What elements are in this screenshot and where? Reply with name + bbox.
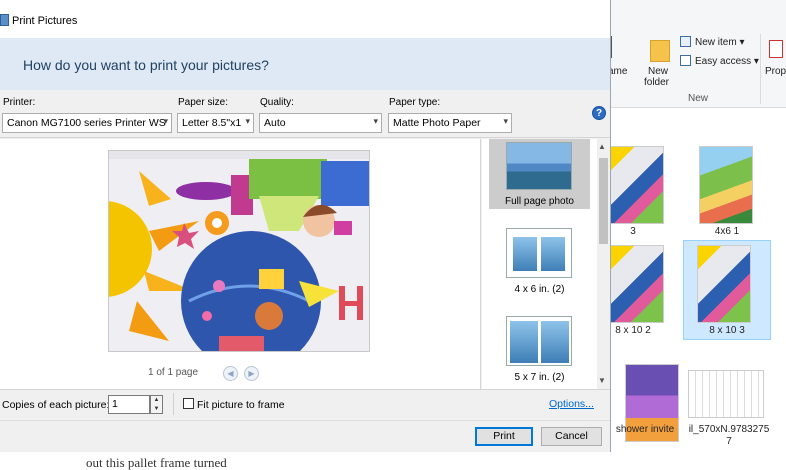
file-thumbnail-8x10-3[interactable]	[697, 245, 751, 323]
dialog-question: How do you want to print your pictures?	[23, 57, 269, 73]
new-folder-label-2[interactable]: folder	[644, 77, 669, 88]
printer-label: Printer:	[3, 97, 36, 108]
layout-label-5x7: 5 x 7 in. (2)	[514, 372, 565, 383]
easy-access-button[interactable]: Easy access ▾	[695, 56, 759, 67]
paper-size-select[interactable]: Letter 8.5"x1 ▾	[177, 113, 254, 133]
preview-artwork	[109, 151, 369, 351]
paper-size-value: Letter 8.5"x1	[182, 117, 242, 129]
dialog-title-bar[interactable]	[0, 0, 610, 38]
paper-type-label: Paper type:	[389, 97, 441, 108]
print-pictures-icon	[0, 14, 9, 26]
printer-select[interactable]: Canon MG7100 series Printer WS ▾	[2, 113, 172, 133]
properties-icon	[769, 40, 783, 58]
copies-spinner[interactable]: ▲ ▼	[150, 395, 163, 414]
file-label-8x10-3[interactable]: 8 x 10 3	[682, 325, 772, 336]
dialog-title: Print Pictures	[12, 15, 78, 27]
file-thumbnail-3[interactable]	[610, 146, 664, 224]
photo-slot-2	[541, 321, 569, 363]
chevron-down-icon: ▾	[503, 116, 508, 126]
print-button[interactable]: Print	[475, 427, 533, 446]
rename-icon	[610, 36, 620, 58]
file-thumbnail-4x6-1[interactable]	[699, 146, 753, 224]
chevron-down-icon: ▾	[245, 116, 250, 126]
ribbon-group-label: New	[688, 93, 709, 104]
new-folder-icon	[650, 40, 670, 62]
scrollbar-thumb[interactable]	[599, 158, 608, 244]
easy-access-icon	[680, 55, 691, 66]
quality-label: Quality:	[260, 97, 294, 108]
options-link[interactable]: Options...	[549, 398, 594, 410]
file-label-il-570xn-2[interactable]: 7	[684, 436, 774, 447]
paper-type-value: Matte Photo Paper	[393, 117, 481, 129]
new-item-button[interactable]: New item ▾	[695, 37, 745, 48]
chevron-down-icon: ▾	[373, 116, 378, 126]
fit-picture-label[interactable]: Fit picture to frame	[197, 399, 285, 411]
full-page-photo-thumbnail	[506, 142, 572, 190]
5x7-layout-thumbnail	[506, 316, 572, 366]
scroll-down-icon[interactable]: ▼	[598, 376, 606, 385]
photo-slot-1	[510, 321, 538, 363]
next-page-button[interactable]: ▶	[244, 366, 259, 381]
layout-label-full-page: Full page photo	[505, 196, 574, 207]
paper-type-select[interactable]: Matte Photo Paper ▾	[388, 113, 512, 133]
printer-value: Canon MG7100 series Printer WS	[7, 117, 166, 129]
file-label-4x6-1[interactable]: 4x6 1	[682, 226, 772, 237]
explorer-ribbon: ame New folder New item ▾ Easy access ▾ …	[608, 0, 786, 108]
preview-photo	[108, 150, 370, 352]
quality-select[interactable]: Auto ▾	[259, 113, 382, 133]
chevron-down-icon: ▾	[163, 116, 168, 126]
new-folder-label[interactable]: New	[648, 66, 668, 77]
page-indicator: 1 of 1 page	[148, 367, 199, 378]
file-thumbnail-8x10-2[interactable]	[610, 245, 664, 323]
paper-size-label: Paper size:	[178, 97, 229, 108]
scroll-up-icon[interactable]: ▲	[598, 142, 606, 151]
copies-label: Copies of each picture:	[2, 399, 110, 411]
quality-value: Auto	[264, 117, 286, 129]
photo-slot-1	[513, 237, 537, 271]
layout-label-4x6: 4 x 6 in. (2)	[514, 284, 565, 295]
divider	[173, 393, 174, 415]
new-item-icon	[680, 36, 691, 47]
4x6-layout-thumbnail	[506, 228, 572, 278]
copies-input[interactable]: 1	[108, 395, 150, 414]
previous-page-button[interactable]: ◀	[223, 366, 238, 381]
file-thumbnail-il-570xn[interactable]	[688, 370, 764, 418]
fit-picture-checkbox[interactable]	[183, 398, 194, 409]
background-document-text: out this pallet frame turned	[86, 455, 227, 470]
file-label-shower-invite[interactable]: shower invite	[600, 424, 690, 435]
ribbon-divider	[760, 34, 761, 104]
help-icon[interactable]: ?	[592, 106, 606, 120]
photo-slot-2	[541, 237, 565, 271]
file-label-il-570xn[interactable]: il_570xN.9783275	[684, 424, 774, 435]
properties-label[interactable]: Prop	[765, 66, 786, 77]
cancel-button[interactable]: Cancel	[541, 427, 602, 446]
